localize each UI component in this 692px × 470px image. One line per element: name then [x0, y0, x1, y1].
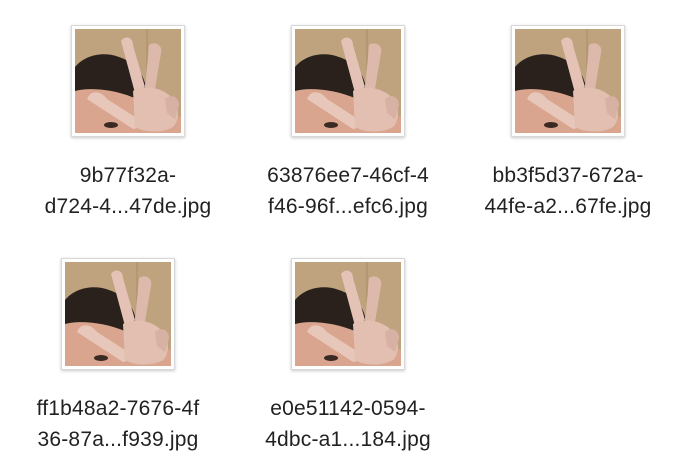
file-name-line-2: f46-96f...efc6.jpg	[267, 195, 429, 218]
file-item[interactable]: e0e51142-0594- 4dbc-a1...184.jpg	[238, 258, 458, 468]
file-name-line-1: ff1b48a2-7676-4f	[36, 397, 200, 420]
file-name-line-1: 63876ee7-46cf-4	[267, 164, 429, 187]
file-name-label[interactable]: 9b77f32a- d724-4...47de.jpg	[18, 160, 238, 222]
photo-thumbnail-icon[interactable]	[61, 258, 175, 370]
file-name-line-2: 36-87a...f939.jpg	[37, 428, 199, 451]
file-item[interactable]: 9b77f32a- d724-4...47de.jpg	[18, 25, 238, 235]
file-item[interactable]: ff1b48a2-7676-4f 36-87a...f939.jpg	[8, 258, 228, 468]
photo-thumbnail-icon[interactable]	[71, 25, 185, 137]
photo-thumbnail-icon[interactable]	[291, 258, 405, 370]
file-item[interactable]: 63876ee7-46cf-4 f46-96f...efc6.jpg	[238, 25, 458, 235]
photo-thumbnail-icon[interactable]	[291, 25, 405, 137]
file-name-label[interactable]: 63876ee7-46cf-4 f46-96f...efc6.jpg	[238, 160, 458, 222]
file-item[interactable]: bb3f5d37-672a- 44fe-a2...67fe.jpg	[458, 25, 678, 235]
file-name-line-1: 9b77f32a-	[79, 164, 177, 187]
file-name-label[interactable]: e0e51142-0594- 4dbc-a1...184.jpg	[238, 393, 458, 455]
file-name-label[interactable]: bb3f5d37-672a- 44fe-a2...67fe.jpg	[458, 160, 678, 222]
file-icon-grid: 9b77f32a- d724-4...47de.jpg 63876ee7-46c…	[0, 0, 692, 470]
file-name-line-1: e0e51142-0594-	[270, 397, 426, 420]
file-name-line-2: d724-4...47de.jpg	[44, 195, 212, 218]
file-name-label[interactable]: ff1b48a2-7676-4f 36-87a...f939.jpg	[8, 393, 228, 455]
photo-thumbnail-image	[65, 262, 171, 366]
photo-thumbnail-image	[75, 29, 181, 133]
photo-thumbnail-image	[295, 262, 401, 366]
photo-thumbnail-image	[515, 29, 621, 133]
photo-thumbnail-icon[interactable]	[511, 25, 625, 137]
file-name-line-1: bb3f5d37-672a-	[492, 164, 644, 187]
file-name-line-2: 4dbc-a1...184.jpg	[265, 428, 431, 451]
file-name-line-2: 44fe-a2...67fe.jpg	[484, 195, 652, 218]
photo-thumbnail-image	[295, 29, 401, 133]
